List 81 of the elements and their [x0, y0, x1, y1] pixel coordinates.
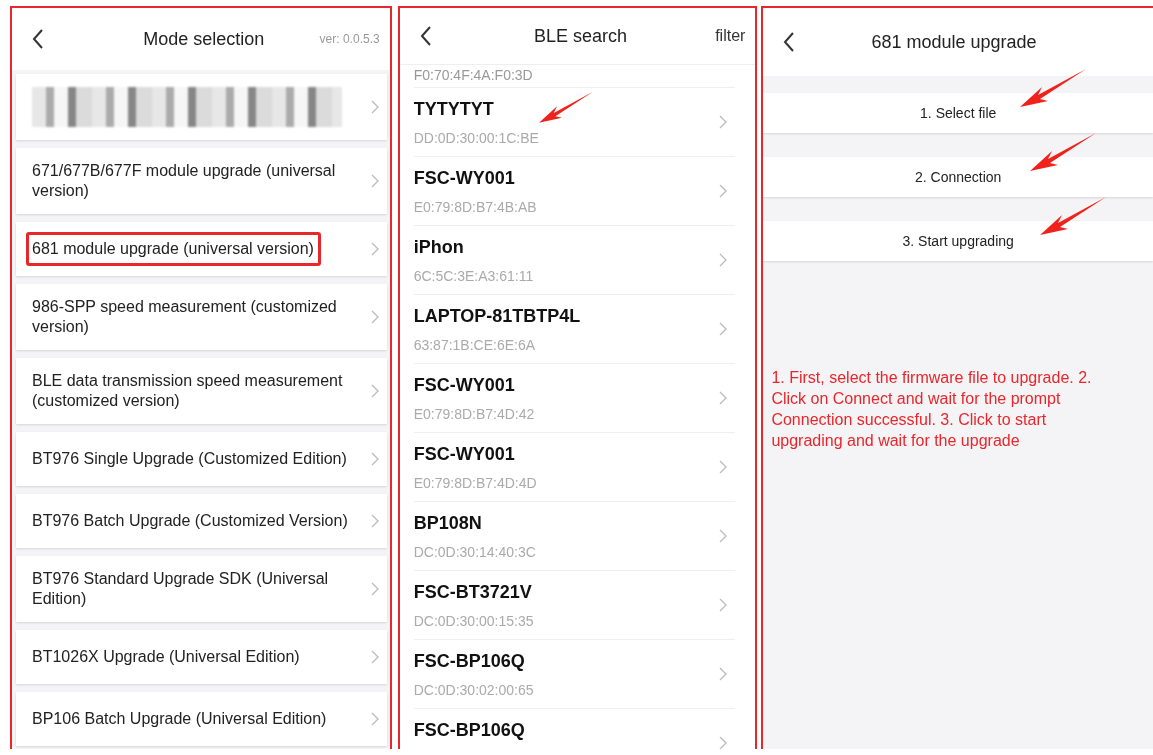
device-row[interactable]: iPhon 6C:5C:3E:A3:61:11 [413, 226, 736, 295]
device-row[interactable]: LAPTOP-81TBTP4L 63:87:1B:CE:6E:6A [413, 295, 736, 364]
device-address: E0:79:8D:B7:4D:42 [413, 405, 535, 422]
device-name: LAPTOP-81TBTP4L [413, 305, 581, 327]
chevron-right-icon [370, 174, 379, 188]
mode-list-item[interactable]: BT1026X Upgrade (Universal Edition) [16, 630, 387, 684]
item-label: BT976 Single Upgrade (Customized Edition) [31, 449, 348, 469]
device-name: iPhon [413, 236, 464, 258]
chevron-right-icon [370, 384, 379, 398]
chevron-right-icon [719, 736, 728, 749]
chevron-right-icon [370, 582, 379, 596]
device-address: 6C:5C:3E:A3:61:11 [413, 267, 534, 284]
screen-title: 681 module upgrade [871, 31, 1037, 53]
step-button[interactable]: 3. Start upgrading [763, 221, 1153, 261]
item-label: BT976 Batch Upgrade (Customized Version) [31, 511, 349, 531]
step-button[interactable]: 1. Select file [763, 93, 1153, 133]
item-label: BT1026X Upgrade (Universal Edition) [31, 647, 301, 667]
device-address: DC:0D:30:00:15:35 [413, 612, 534, 629]
device-row[interactable]: TYTYTYT DD:0D:30:00:1C:BE [413, 88, 736, 157]
mode-list-item[interactable]: 671/677B/677F module upgrade (universal version) [16, 148, 387, 214]
device-row[interactable]: FSC-WY001 E0:79:8D:B7:4B:AB [413, 157, 736, 226]
chevron-right-icon [719, 598, 728, 612]
back-icon[interactable] [32, 29, 44, 49]
mode-list-item[interactable]: BT976 Batch Upgrade (Customized Version) [16, 494, 387, 548]
device-row[interactable]: FSC-BT3721V DC:0D:30:00:15:35 [413, 571, 736, 640]
device-name: BP108N [413, 512, 482, 534]
device-address: DC:0D:30:14:40:3C [413, 543, 536, 560]
chevron-right-icon [719, 460, 728, 474]
chevron-right-icon [719, 391, 728, 405]
mode-list-item[interactable] [16, 74, 387, 140]
version-label: ver: 0.0.5.3 [319, 32, 380, 46]
mode-list-item[interactable]: BT976 Single Upgrade (Customized Edition) [16, 432, 387, 486]
device-name: FSC-WY001 [413, 374, 515, 396]
chevron-right-icon [370, 242, 379, 256]
device-row[interactable]: FSC-BP106Q DC:0D:30:02:00:65 [413, 640, 736, 709]
device-row[interactable]: BP108N DC:0D:30:14:40:3C [413, 502, 736, 571]
chevron-right-icon [719, 667, 728, 681]
filter-button[interactable]: filter [715, 27, 746, 45]
back-icon[interactable] [419, 26, 432, 46]
device-address: F0:70:4F:4A:F0:3D [413, 67, 736, 88]
chevron-right-icon [719, 529, 728, 543]
chevron-right-icon [370, 310, 379, 324]
chevron-right-icon [719, 253, 728, 267]
device-address: DD:0D:30:00:1C:BE [413, 129, 539, 146]
device-row[interactable]: FSC-WY001 E0:79:8D:B7:4D:42 [413, 364, 736, 433]
device-address: 63:87:1B:CE:6E:6A [413, 336, 536, 353]
chevron-right-icon [370, 100, 379, 114]
mode-list-item[interactable]: BP106 Batch Upgrade (Universal Edition) [16, 692, 387, 746]
chevron-right-icon [719, 322, 728, 336]
chevron-right-icon [370, 650, 379, 664]
item-label: 671/677B/677F module upgrade (universal version) [31, 161, 337, 201]
back-icon[interactable] [783, 32, 796, 52]
device-address: E0:79:8D:B7:4B:AB [413, 198, 537, 215]
item-label: BLE data transmission speed measurement (customized version) [31, 371, 344, 411]
instructions-text: 1. First, select the firmware file to upgrade. 2. Click on Connect and wait for the prompt Connection successful. 3. Click to start upgrading and wait for the upgrade [771, 368, 1093, 451]
step-button[interactable]: 2. Connection [763, 157, 1153, 197]
chevron-right-icon [370, 712, 379, 726]
device-name: FSC-WY001 [413, 167, 515, 189]
mode-list-item[interactable]: BT976 Standard Upgrade SDK (Universal Edition) [16, 556, 387, 622]
item-label: 681 module upgrade (universal version) [26, 232, 321, 266]
chevron-right-icon [719, 184, 728, 198]
mode-list-item[interactable]: 681 module upgrade (universal version) [16, 222, 387, 276]
device-address: DC:0D:30:02:00:65 [413, 681, 534, 698]
item-label: BT976 Standard Upgrade SDK (Universal Edition) [31, 569, 330, 609]
device-name: FSC-BP106Q [413, 719, 525, 741]
item-label: 986-SPP speed measurement (customized version) [31, 297, 338, 337]
screen-title: BLE search [534, 25, 628, 47]
mode-list-item[interactable]: 986-SPP speed measurement (customized version) [16, 284, 387, 350]
mode-list-item[interactable]: BLE data transmission speed measurement (customized version) [16, 358, 387, 424]
device-row[interactable]: FSC-WY001 E0:79:8D:B7:4D:4D [413, 433, 736, 502]
device-name: FSC-BT3721V [413, 581, 532, 603]
chevron-right-icon [370, 452, 379, 466]
device-name: TYTYTYT [413, 98, 494, 120]
device-name: FSC-BP106Q [413, 650, 525, 672]
screen-title: Mode selection [143, 28, 265, 50]
device-address: E0:79:8D:B7:4D:4D [413, 474, 537, 491]
device-row[interactable]: FSC-BP106Q [413, 709, 736, 749]
item-label: BP106 Batch Upgrade (Universal Edition) [31, 709, 328, 729]
device-name: FSC-WY001 [413, 443, 515, 465]
chevron-right-icon [370, 514, 379, 528]
chevron-right-icon [719, 115, 728, 129]
